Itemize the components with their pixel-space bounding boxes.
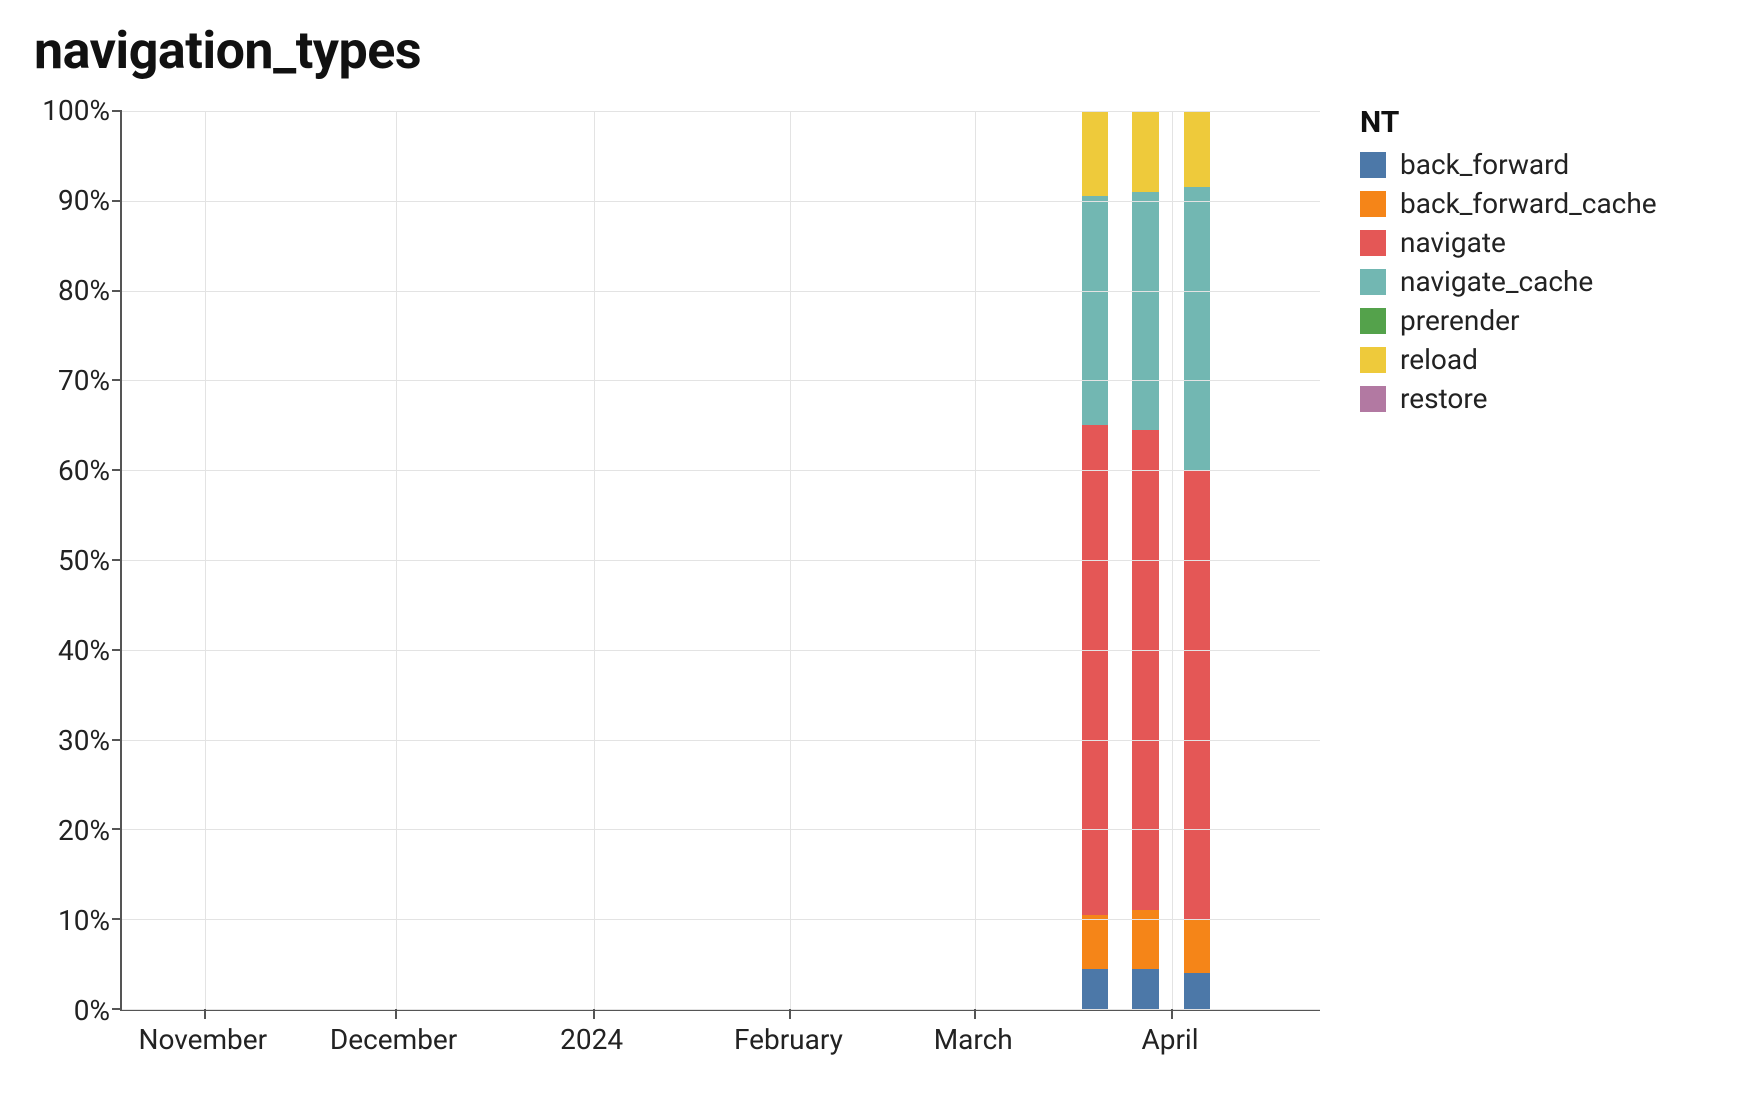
gridline-vertical: [205, 111, 206, 1009]
y-tick-mark: [112, 290, 122, 292]
y-tick-mark: [112, 469, 122, 471]
bar-segment-back_forward: [1082, 969, 1108, 1009]
gridline-vertical: [594, 111, 595, 1009]
legend-item-restore[interactable]: restore: [1360, 382, 1657, 415]
bar-segment-reload: [1132, 111, 1158, 192]
y-tick-mark: [112, 918, 122, 920]
y-tick-mark: [112, 200, 122, 202]
plot-area-row: 100%90%80%70%60%50%40%30%20%10%0%: [30, 111, 1320, 1011]
y-tick-mark: [112, 110, 122, 112]
y-tick-label: 60%: [58, 457, 110, 485]
bar-segment-navigate: [1082, 425, 1108, 914]
legend-title: NT: [1360, 105, 1657, 140]
x-tick-label: 2024: [560, 1023, 623, 1056]
bar-segment-back_forward_cache: [1184, 919, 1210, 973]
legend-item-navigate_cache[interactable]: navigate_cache: [1360, 265, 1657, 298]
y-tick-mark: [112, 828, 122, 830]
legend-label: reload: [1400, 343, 1478, 376]
gridline-horizontal: [122, 740, 1320, 741]
y-axis: 100%90%80%70%60%50%40%30%20%10%0%: [30, 111, 120, 1011]
y-tick-mark: [112, 649, 122, 651]
x-tick-label: March: [934, 1023, 1013, 1056]
y-tick-mark: [112, 559, 122, 561]
y-tick-label: 90%: [58, 187, 110, 215]
gridline-horizontal: [122, 291, 1320, 292]
chart-title: navigation_types: [34, 20, 1698, 81]
stacked-bar: [1082, 109, 1108, 1009]
y-tick-label: 0%: [74, 997, 110, 1025]
gridline-horizontal: [122, 380, 1320, 381]
x-tick-label: December: [330, 1023, 457, 1056]
legend-item-back_forward[interactable]: back_forward: [1360, 148, 1657, 181]
gridline-horizontal: [122, 111, 1320, 112]
legend-label: restore: [1400, 382, 1487, 415]
gridline-horizontal: [122, 1009, 1320, 1010]
bar-segment-reload: [1082, 111, 1108, 196]
gridline-horizontal: [122, 560, 1320, 561]
legend-label: navigate_cache: [1400, 265, 1593, 298]
stacked-bar: [1184, 109, 1210, 1009]
legend-item-prerender[interactable]: prerender: [1360, 304, 1657, 337]
gridline-horizontal: [122, 829, 1320, 830]
legend-item-navigate[interactable]: navigate: [1360, 226, 1657, 259]
gridline-vertical: [975, 111, 976, 1009]
y-tick-label: 100%: [42, 97, 110, 125]
legend-swatch: [1360, 347, 1386, 373]
y-tick-label: 40%: [58, 637, 110, 665]
y-tick-label: 20%: [58, 817, 110, 845]
bar-segment-navigate_cache: [1184, 187, 1210, 470]
gridline-horizontal: [122, 919, 1320, 920]
legend-label: navigate: [1400, 226, 1506, 259]
bar-segment-navigate_cache: [1132, 192, 1158, 430]
stacked-bar: [1132, 109, 1158, 1009]
bar-segment-navigate: [1184, 470, 1210, 919]
legend-item-reload[interactable]: reload: [1360, 343, 1657, 376]
x-tick-label: February: [734, 1023, 843, 1056]
gridline-horizontal: [122, 470, 1320, 471]
legend: NT back_forward back_forward_cachenavigat…: [1360, 105, 1657, 421]
bar-segment-reload: [1184, 111, 1210, 187]
chart-container: navigation_types 100% 90% 80% 70% 60% 50% 40% 3…: [0, 0, 1738, 1108]
gridline-horizontal: [122, 201, 1320, 202]
y-tick-mark: [112, 739, 122, 741]
x-tick-label: November: [139, 1023, 268, 1056]
x-tick-label: April: [1141, 1023, 1198, 1056]
y-tick-label: 50%: [58, 547, 110, 575]
y-tick-label: 30%: [58, 727, 110, 755]
y-tick-label: 70%: [58, 367, 110, 395]
plot-block: 100%90%80%70%60%50%40%30%20%10%0% Novemb…: [30, 111, 1320, 1061]
legend-swatch: [1360, 386, 1386, 412]
y-tick-mark: [112, 1008, 122, 1010]
plot-area: [120, 111, 1320, 1011]
legend-label: prerender: [1400, 304, 1519, 337]
gridline-horizontal: [122, 650, 1320, 651]
bar-segment-navigate_cache: [1082, 196, 1108, 425]
gridline-vertical: [1172, 111, 1173, 1009]
legend-item-back_forward_cache[interactable]: back_forward_cache: [1360, 187, 1657, 220]
legend-swatch: [1360, 308, 1386, 334]
y-tick-label: 10%: [58, 907, 110, 935]
gridline-vertical: [396, 111, 397, 1009]
chart-row: 100%90%80%70%60%50%40%30%20%10%0% Novemb…: [30, 111, 1698, 1061]
legend-swatch: [1360, 269, 1386, 295]
legend-swatch: [1360, 191, 1386, 217]
bar-segment-back_forward: [1184, 973, 1210, 1009]
bar-segment-navigate: [1132, 430, 1158, 910]
bar-segment-back_forward: [1132, 969, 1158, 1009]
legend-swatch: [1360, 230, 1386, 256]
x-axis: November December 2024 February March April: [120, 1011, 1320, 1061]
legend-label: back_forward: [1400, 148, 1569, 181]
legend-swatch: [1360, 152, 1386, 178]
y-tick-label: 80%: [58, 277, 110, 305]
legend-items: back_forward back_forward_cache navigate na…: [1360, 148, 1657, 415]
gridline-vertical: [790, 111, 791, 1009]
bar-segment-back_forward_cache: [1082, 915, 1108, 969]
legend-label: back_forward_cache: [1400, 187, 1657, 220]
y-tick-mark: [112, 379, 122, 381]
